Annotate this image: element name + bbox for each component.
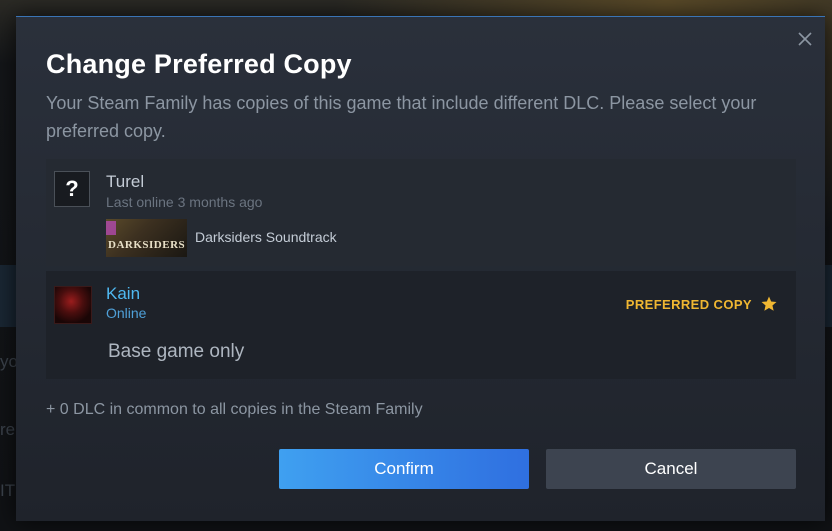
dlc-thumbnail: DARKSIDERS (106, 219, 187, 257)
preferred-copy-label: PREFERRED COPY (625, 296, 752, 312)
owner-status: Online (106, 305, 147, 321)
thumb-accent (106, 221, 116, 235)
owner-name: Turel (106, 172, 145, 191)
copy-option-turel[interactable]: ? Turel Last online 3 months ago DARKSID… (46, 159, 796, 266)
dlc-name: Darksiders Soundtrack (195, 229, 337, 245)
close-icon (798, 32, 812, 46)
avatar: ? (54, 171, 90, 207)
background-text: IT (0, 481, 16, 500)
thumb-logo-text: DARKSIDERS (108, 239, 186, 251)
change-preferred-copy-dialog: Change Preferred Copy Your Steam Family … (16, 16, 825, 521)
dialog-title: Change Preferred Copy (46, 49, 352, 79)
dialog-subtitle: Your Steam Family has copies of this gam… (46, 93, 757, 141)
base-game-label: Base game only (108, 341, 245, 362)
avatar (54, 286, 92, 324)
preferred-copy-badge: PREFERRED COPY (626, 295, 778, 313)
background-text: re (0, 420, 16, 439)
owner-name: Kain (106, 284, 141, 303)
owner-status: Last online 3 months ago (106, 194, 263, 210)
copy-option-kain[interactable]: Kain Online PREFERRED COPY Base game onl… (46, 271, 796, 379)
dlc-common-summary: + 0 DLC in common to all copies in the S… (46, 401, 423, 418)
star-icon (760, 295, 778, 313)
confirm-button[interactable]: Confirm (279, 449, 529, 489)
close-button[interactable] (795, 29, 815, 49)
cancel-button[interactable]: Cancel (546, 449, 796, 489)
